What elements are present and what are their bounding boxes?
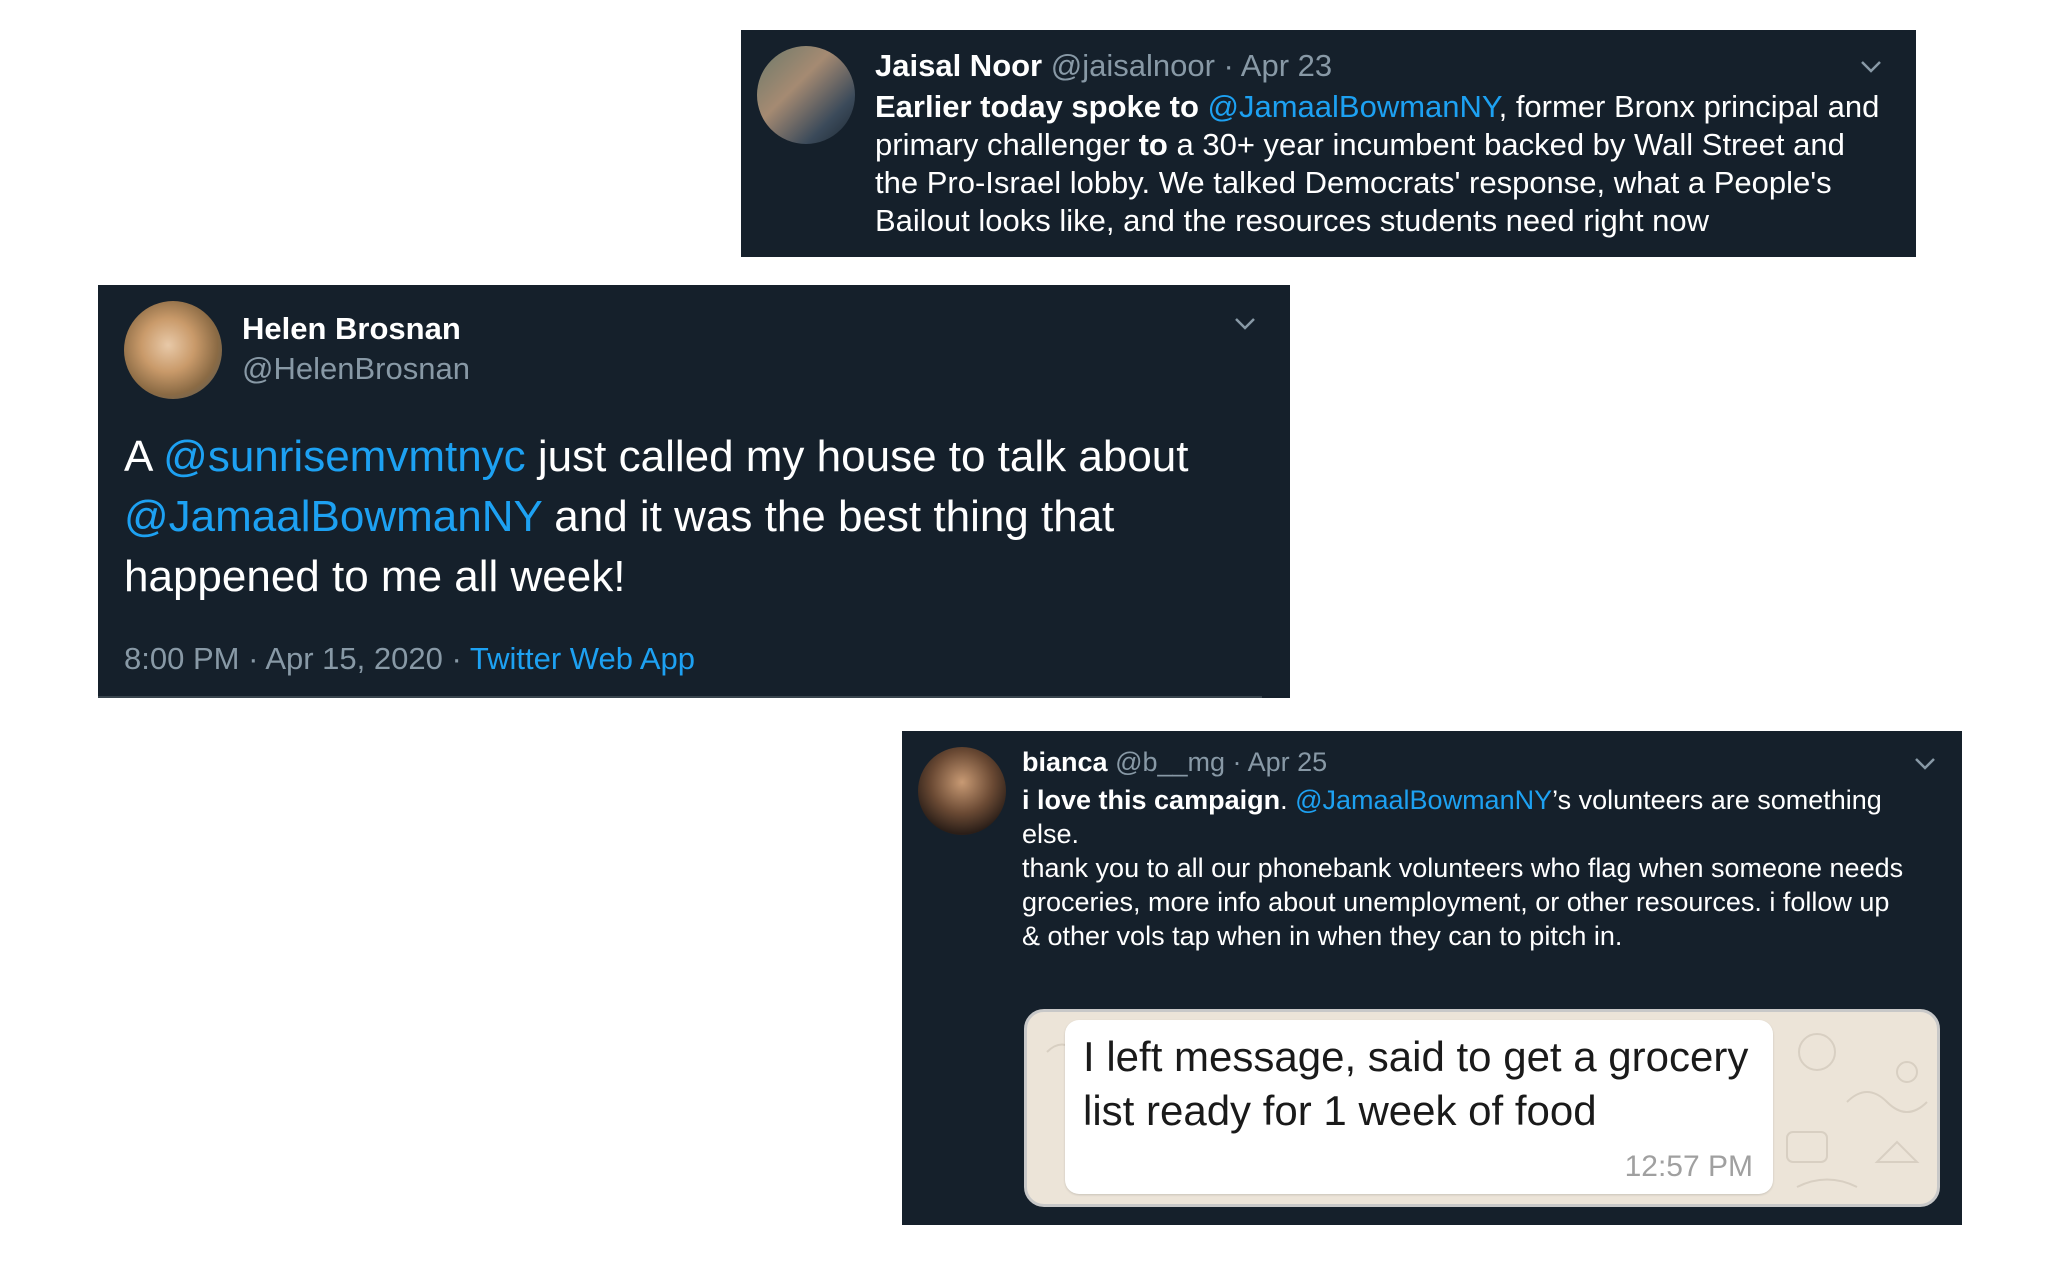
author-handle[interactable]: @b__mg [1115,747,1225,777]
text-segment: i love this campaign [1022,785,1281,815]
avatar[interactable] [757,46,855,144]
author-handle[interactable]: @HelenBrosnan [242,351,470,387]
tweet-date[interactable]: Apr 23 [1241,48,1332,83]
separator: · [248,641,259,676]
text-segment: the Pro-Israel lobby. We talked Democrat… [875,165,1832,200]
tweet-text-line: i love this campaign. @JamaalBowmanNY’s … [1022,783,1903,817]
mention-link[interactable]: @JamaalBowmanNY [124,492,542,541]
tweet-meta: 8:00 PM · Apr 15, 2020 · Twitter Web App [124,641,695,677]
text-segment: . [1280,785,1296,815]
text-segment: Earlier today spoke to [875,89,1208,124]
text-segment: Bailout looks like, and the resources st… [875,203,1710,238]
text-segment: primary challenger [875,127,1139,162]
separator: · [451,641,462,676]
tweet-text: Earlier today spoke to @JamaalBowmanNY, … [875,88,1879,240]
text-segment: to [1138,127,1168,162]
tweet-text: i love this campaign. @JamaalBowmanNY’s … [1022,783,1903,953]
chevron-down-icon[interactable] [1914,757,1936,771]
tweet-header: bianca @b__mg · Apr 25 [1022,747,1327,778]
tweet-text-line: happened to me all week! [124,547,1189,607]
text-segment: else. [1022,819,1080,849]
text-segment: and it was the best thing that [542,492,1115,541]
tweet-text-line: primary challenger to a 30+ year incumbe… [875,126,1879,164]
message-time: 12:57 PM [1624,1150,1753,1183]
text-segment: A [124,432,164,481]
bubble-tail [1079,1170,1109,1194]
tweet-text-line: @JamaalBowmanNY and it was the best thin… [124,487,1189,547]
tweet-date[interactable]: Apr 25 [1248,747,1328,777]
text-segment: ’s volunteers are something [1552,785,1882,815]
text-segment: thank you to all our phonebank volunteer… [1022,853,1904,883]
tweet-text-line: Earlier today spoke to @JamaalBowmanNY, … [875,88,1879,126]
author-handle[interactable]: @jaisalnoor [1051,48,1215,83]
tweet-text-line: the Pro-Israel lobby. We talked Democrat… [875,164,1879,202]
author-name[interactable]: Helen Brosnan [242,311,461,347]
mention-link[interactable]: @JamaalBowmanNY [1295,785,1552,815]
message-bubble: I left message, said to get a grocery li… [1065,1020,1773,1194]
author-name[interactable]: Jaisal Noor [875,48,1042,83]
tweet-text-line: & other vols tap when in when they can t… [1022,919,1903,953]
text-segment: just called my house to talk about [525,432,1189,481]
message-line: list ready for 1 week of food [1083,1087,1597,1134]
tweet-text-line: A @sunrisemvmtnyc just called my house t… [124,427,1189,487]
tweet-jaisal-noor[interactable]: Jaisal Noor @jaisalnoor · Apr 23 Earlier… [741,30,1916,257]
separator: · [1232,747,1242,777]
text-segment: , former Bronx principal and [1498,89,1880,124]
embedded-message-image[interactable]: I left message, said to get a grocery li… [1024,1009,1940,1207]
tweet-header: Jaisal Noor @jaisalnoor · Apr 23 [875,48,1332,84]
tweet-text: A @sunrisemvmtnyc just called my house t… [124,427,1189,607]
message-line: I left message, said to get a grocery [1083,1033,1749,1080]
tweet-text-line: Bailout looks like, and the resources st… [875,202,1879,240]
tweet-text-line: else. [1022,817,1903,851]
text-segment: happened to me all week! [124,552,626,601]
tweet-date[interactable]: Apr 15, 2020 [265,641,443,676]
tweet-bianca[interactable]: bianca @b__mg · Apr 25 i love this campa… [902,731,1962,1225]
tweet-helen-brosnan[interactable]: Helen Brosnan @HelenBrosnan A @sunrisemv… [98,285,1290,698]
chevron-down-icon[interactable] [1234,317,1256,331]
tweet-source-link[interactable]: Twitter Web App [470,641,695,676]
divider [98,696,1262,698]
avatar[interactable] [918,747,1006,835]
text-segment: & other vols tap when in when they can t… [1022,921,1623,951]
message-text: I left message, said to get a grocery li… [1083,1030,1748,1138]
avatar[interactable] [124,301,222,399]
text-segment: a 30+ year incumbent backed by Wall Stre… [1167,127,1845,162]
mention-link[interactable]: @JamaalBowmanNY [1208,89,1499,124]
tweet-text-line: thank you to all our phonebank volunteer… [1022,851,1903,885]
separator: · [1223,48,1234,83]
tweet-text-line: groceries, more info about unemployment,… [1022,885,1903,919]
tweet-time[interactable]: 8:00 PM [124,641,239,676]
text-segment: groceries, more info about unemployment,… [1022,887,1890,917]
chevron-down-icon[interactable] [1860,60,1882,74]
mention-link[interactable]: @sunrisemvmtnyc [163,432,526,481]
author-name[interactable]: bianca [1022,747,1108,777]
